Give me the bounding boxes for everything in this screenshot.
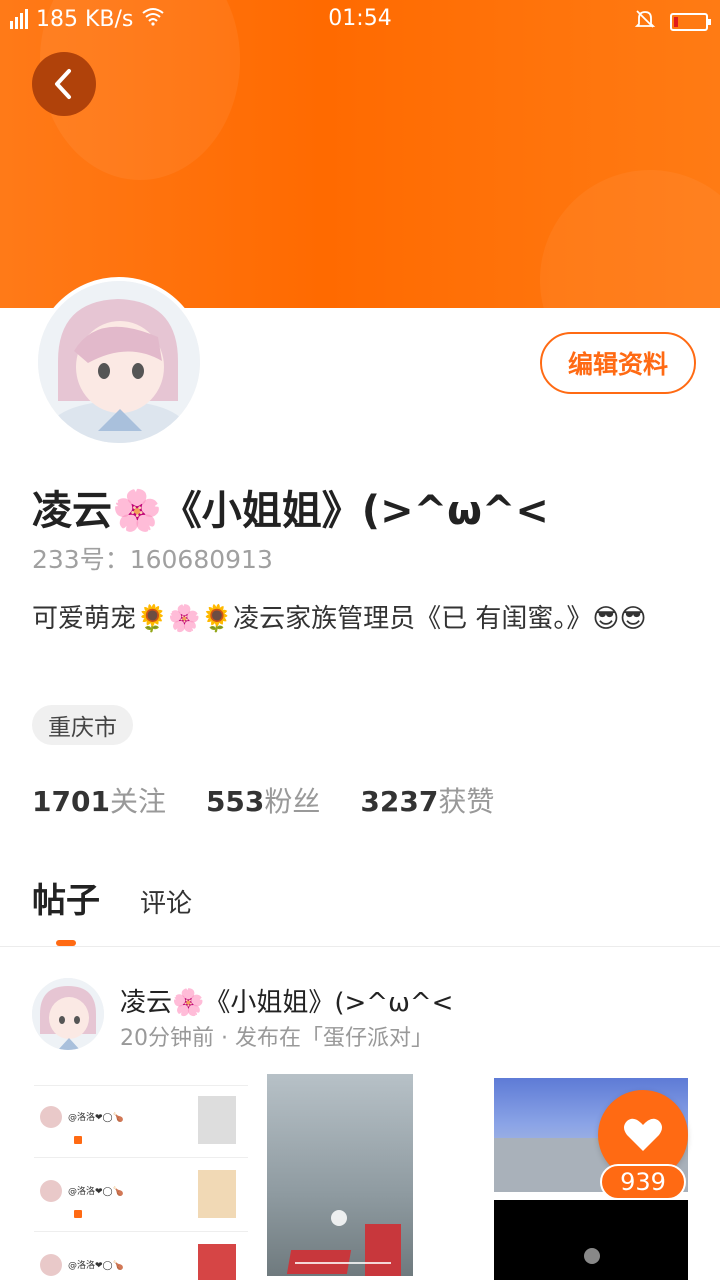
fans-label: 粉丝: [264, 785, 321, 818]
profile-bio: 可爱萌宠🌻🌸🌻凌云家族管理员《已 有闺蜜。》😎😎: [32, 604, 647, 634]
avatar[interactable]: [34, 277, 204, 447]
likes-label: 获赞: [438, 785, 495, 818]
status-right: [634, 8, 711, 36]
post-meta: 20分钟前 · 发布在「蛋仔派对」: [120, 1026, 433, 1051]
like-count: 939: [600, 1164, 686, 1200]
status-bar: 185 KB/s 01:54: [0, 0, 720, 40]
post-video-thumbnail[interactable]: [494, 1200, 688, 1280]
status-time: 01:54: [328, 6, 392, 31]
following-label: 关注: [109, 785, 166, 818]
post-video-thumbnail[interactable]: [267, 1074, 413, 1276]
post-image-thumbnail[interactable]: @洛洛❤◯🍗 @洛洛❤◯🍗 @洛洛❤◯🍗: [34, 1074, 248, 1280]
fans-count: 553: [205, 785, 265, 818]
profile-stats: 1701关注 553粉丝 3237获赞: [32, 780, 494, 820]
battery-icon: [670, 13, 711, 31]
profile-nickname: 凌云🌸《小姐姐》(>^ω^<: [32, 488, 549, 534]
likes-stat[interactable]: 3237获赞: [360, 780, 494, 820]
list-item: @洛洛❤◯🍗: [34, 1234, 248, 1280]
chevron-left-icon: [55, 69, 71, 99]
edit-profile-button[interactable]: 编辑资料: [540, 332, 696, 394]
tab-comments[interactable]: 评论: [140, 883, 192, 920]
header-decoration: [540, 170, 720, 308]
likes-count: 3237: [360, 785, 439, 818]
mute-icon: [634, 8, 656, 36]
post-author-avatar[interactable]: [32, 978, 104, 1050]
following-stat[interactable]: 1701关注: [32, 780, 166, 820]
heart-icon: [624, 1118, 662, 1151]
divider: [0, 946, 720, 947]
thumb-row-name: @洛洛❤◯🍗: [68, 1113, 124, 1123]
profile-header-background: [0, 0, 720, 308]
back-button[interactable]: [32, 52, 96, 116]
fans-stat[interactable]: 553粉丝: [206, 780, 320, 820]
following-count: 1701: [32, 785, 110, 818]
post-author-name[interactable]: 凌云🌸《小姐姐》(>^ω^<: [120, 982, 453, 1019]
profile-uid: 233号：160680913: [32, 545, 273, 574]
play-icon: [584, 1248, 600, 1264]
location-tag: 重庆市: [32, 705, 133, 745]
pause-icon: [331, 1210, 347, 1226]
video-progress: [295, 1262, 391, 1264]
tab-posts[interactable]: 帖子: [32, 873, 100, 922]
list-item: @洛洛❤◯🍗: [34, 1086, 248, 1158]
thumb-row-name: @洛洛❤◯🍗: [68, 1261, 124, 1271]
thumb-row-name: @洛洛❤◯🍗: [68, 1187, 124, 1197]
profile-tabs: 帖子 评论: [32, 873, 192, 922]
list-item: @洛洛❤◯🍗: [34, 1160, 248, 1232]
